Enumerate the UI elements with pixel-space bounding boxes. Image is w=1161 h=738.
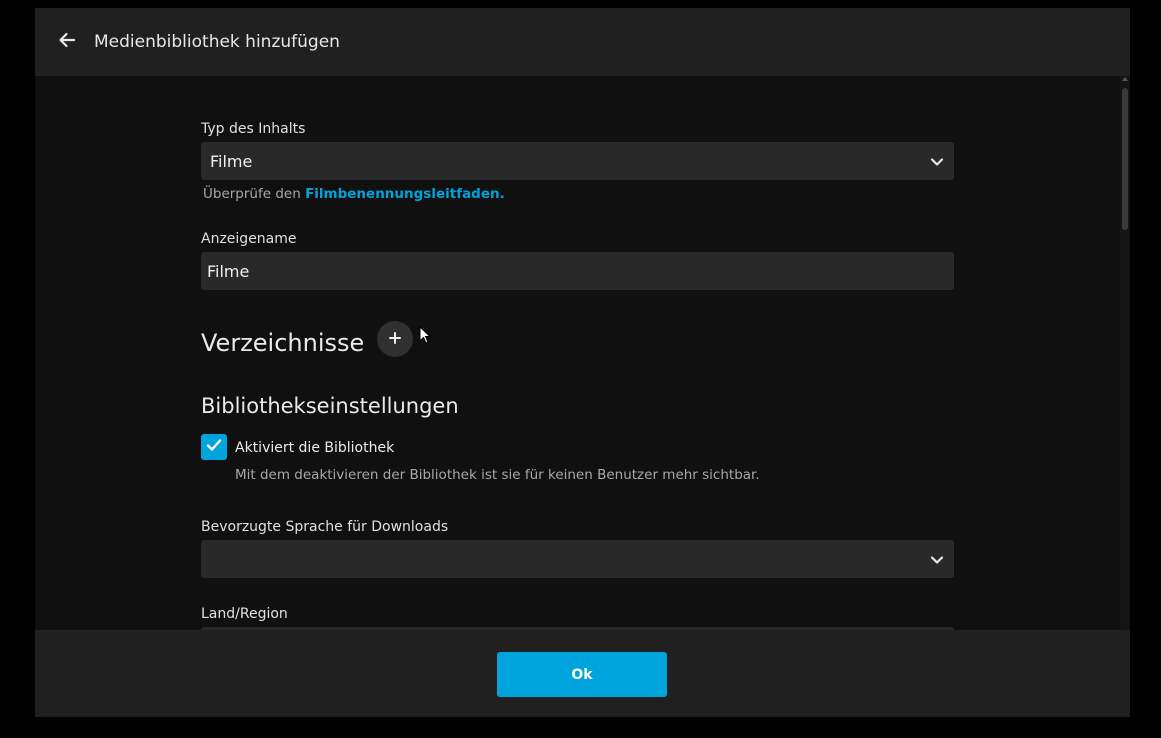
display-name-value: Filme xyxy=(207,262,250,281)
checkmark-icon xyxy=(205,436,223,458)
dialog-title: Medienbibliothek hinzufügen xyxy=(94,32,340,52)
library-settings-heading: Bibliothekseinstellungen xyxy=(201,394,459,418)
preferred-language-label: Bevorzugte Sprache für Downloads xyxy=(201,519,449,535)
enable-library-checkbox[interactable] xyxy=(201,434,227,460)
display-name-input[interactable]: Filme xyxy=(201,252,954,290)
country-region-label: Land/Region xyxy=(201,606,288,622)
scroll-up-arrow-icon[interactable] xyxy=(1122,77,1128,81)
content-type-select[interactable]: Filme xyxy=(201,142,954,180)
mouse-cursor-icon xyxy=(419,326,431,344)
add-folder-button[interactable] xyxy=(377,321,413,357)
preferred-language-select[interactable] xyxy=(201,540,954,578)
naming-guide-hint-text: Überprüfe den xyxy=(203,186,306,202)
dialog-content: Typ des Inhalts Filme Überprüfe den Film… xyxy=(35,76,1120,630)
arrow-left-icon xyxy=(57,30,77,54)
content-scrollbar[interactable] xyxy=(1120,76,1130,630)
scrollbar-thumb[interactable] xyxy=(1122,88,1128,230)
back-button[interactable] xyxy=(53,28,81,56)
ok-button[interactable]: Ok xyxy=(497,652,667,697)
display-name-label: Anzeigename xyxy=(201,231,297,247)
enable-library-label: Aktiviert die Bibliothek xyxy=(235,440,395,456)
enable-library-description: Mit dem deaktivieren der Bibliothek ist … xyxy=(235,467,760,483)
naming-guide-hint: Überprüfe den Filmbenennungsleitfaden. xyxy=(203,186,505,202)
naming-guide-link[interactable]: Filmbenennungsleitfaden. xyxy=(305,186,505,202)
chevron-down-icon xyxy=(930,154,944,168)
content-type-value: Filme xyxy=(210,152,253,171)
plus-icon xyxy=(388,330,402,349)
folders-heading: Verzeichnisse xyxy=(201,329,365,357)
content-type-label: Typ des Inhalts xyxy=(201,121,306,137)
dialog-footer: Ok xyxy=(35,630,1130,717)
chevron-down-icon xyxy=(930,552,944,566)
add-library-dialog: Medienbibliothek hinzufügen Typ des Inha… xyxy=(35,8,1130,717)
dialog-header: Medienbibliothek hinzufügen xyxy=(35,8,1130,76)
